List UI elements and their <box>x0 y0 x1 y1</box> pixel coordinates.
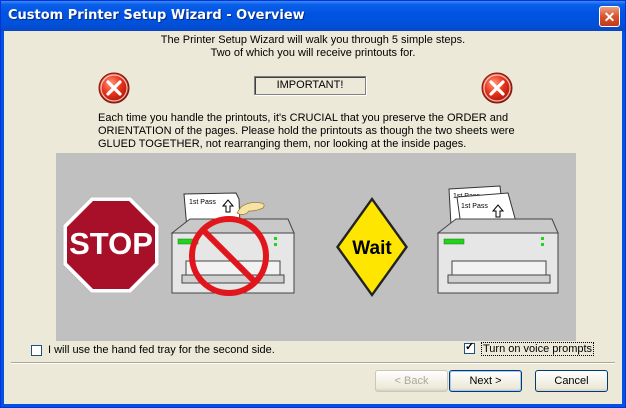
separator <box>11 362 615 364</box>
intro-line-1: The Printer Setup Wizard will walk you t… <box>160 34 466 46</box>
error-x-icon-right <box>481 72 513 104</box>
page-label-3: 1st Pass <box>461 203 488 210</box>
cancel-button[interactable]: Cancel <box>535 370 608 392</box>
wizard-body: The Printer Setup Wizard will walk you t… <box>4 31 622 404</box>
wizard-window: Custom Printer Setup Wizard - Overview ✕… <box>0 0 626 408</box>
back-button[interactable]: < Back <box>375 370 448 392</box>
wait-text: Wait <box>352 238 392 259</box>
close-button[interactable]: ✕ <box>599 6 620 27</box>
hand-fed-tray-label[interactable]: I will use the hand fed tray for the sec… <box>48 344 275 356</box>
intro-line-2: Two of which you will receive printouts … <box>210 47 416 59</box>
illustration-panel: STOP 1st Pass Wait 1st Pass <box>56 153 576 341</box>
stop-text: STOP <box>69 226 153 261</box>
voice-prompts-checkbox[interactable]: ✓ <box>464 341 475 354</box>
voice-prompts-label[interactable]: Turn on voice prompts <box>481 342 595 356</box>
page-label-1: 1st Pass <box>189 199 216 206</box>
instructions-text: Each time you handle the printouts, it's… <box>98 112 515 150</box>
stop-sign-icon: STOP <box>62 196 160 294</box>
title-bar[interactable]: Custom Printer Setup Wizard - Overview ✕ <box>1 1 625 31</box>
next-button[interactable]: Next > <box>449 370 522 392</box>
error-x-icon <box>98 72 130 104</box>
intro-text: The Printer Setup Wizard will walk you t… <box>4 34 622 60</box>
important-banner: IMPORTANT! <box>254 76 366 95</box>
window-title: Custom Printer Setup Wizard - Overview <box>8 8 305 23</box>
hand-fed-tray-checkbox[interactable] <box>31 345 42 356</box>
checkmark-icon: ✓ <box>465 341 475 353</box>
